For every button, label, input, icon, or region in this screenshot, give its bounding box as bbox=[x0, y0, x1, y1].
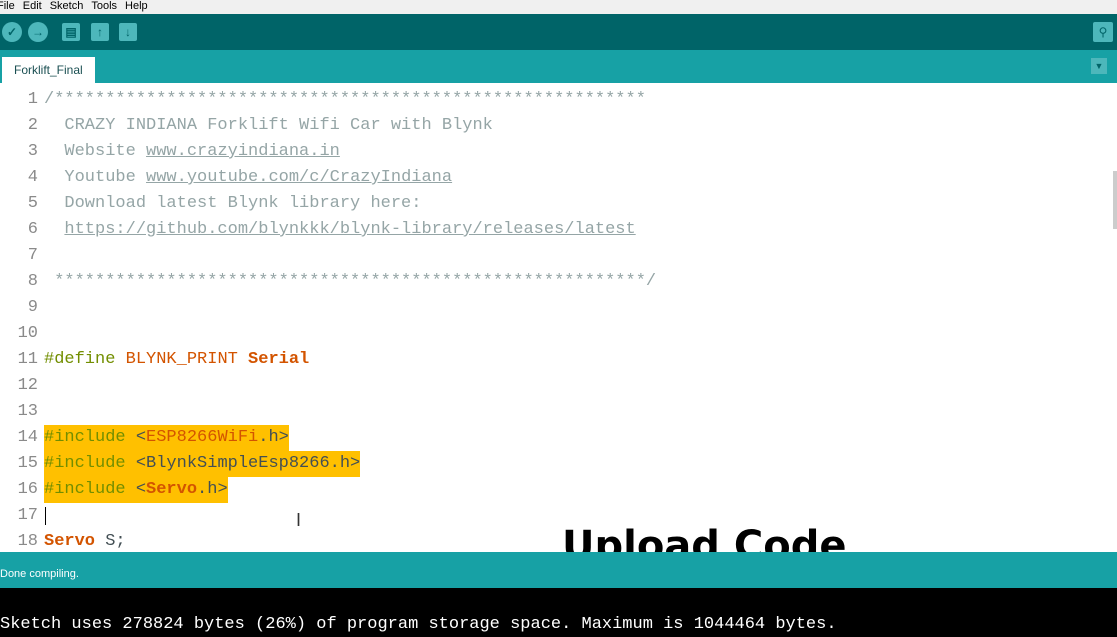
menu-tools[interactable]: Tools bbox=[91, 0, 117, 12]
menu-edit[interactable]: Edit bbox=[23, 0, 42, 12]
upload-icon[interactable]: → bbox=[28, 22, 48, 42]
code-text: #include <ESP8266WiFi.h> bbox=[44, 425, 289, 451]
line-number: 8 bbox=[27, 272, 38, 291]
code-line: 1 /**************************************… bbox=[0, 87, 1117, 113]
status-text: Done compiling. bbox=[0, 568, 79, 580]
comment-text: Youtube bbox=[44, 168, 147, 187]
code-line: 18 Servo S; bbox=[0, 529, 1117, 552]
code-text: #include <BlynkSimpleEsp8266.h> bbox=[44, 451, 361, 477]
menu-sketch[interactable]: Sketch bbox=[50, 0, 84, 12]
line-number: 12 bbox=[17, 376, 38, 395]
verify-icon[interactable]: ✓ bbox=[2, 22, 22, 42]
code-text: /***************************************… bbox=[44, 90, 646, 109]
line-number: 4 bbox=[27, 168, 38, 187]
line-number: 9 bbox=[27, 298, 38, 317]
line-number: 11 bbox=[17, 350, 38, 369]
code-token: #include bbox=[44, 454, 126, 473]
tab-forklift-final[interactable]: Forklift_Final bbox=[2, 57, 95, 83]
line-number: 14 bbox=[17, 428, 38, 447]
code-line: 15 #include <BlynkSimpleEsp8266.h> bbox=[0, 451, 1117, 477]
code-editor[interactable]: 1 /**************************************… bbox=[0, 83, 1117, 552]
tab-menu-icon[interactable]: ▼ bbox=[1091, 58, 1107, 74]
line-number: 13 bbox=[17, 402, 38, 421]
line-number: 2 bbox=[27, 116, 38, 135]
line-number: 3 bbox=[27, 142, 38, 161]
code-text: ****************************************… bbox=[44, 272, 657, 291]
code-line: 11 #define BLYNK_PRINT Serial bbox=[0, 347, 1117, 373]
code-line: 6 https://github.com/blynkkk/blynk-libra… bbox=[0, 217, 1117, 243]
code-token: < bbox=[125, 428, 147, 447]
tab-bar: Forklift_Final ▼ bbox=[0, 50, 1117, 83]
text-caret bbox=[45, 507, 46, 525]
line-number: 17 bbox=[17, 506, 38, 525]
line-number: 18 bbox=[17, 532, 38, 551]
code-line: 8 **************************************… bbox=[0, 269, 1117, 295]
comment-link[interactable]: www.crazyindiana.in bbox=[146, 142, 340, 161]
code-text: Website www.crazyindiana.in bbox=[44, 139, 340, 165]
toolbar: ✓ → ▤ ↑ ↓ ⚲ bbox=[0, 14, 1117, 50]
code-token: #define bbox=[44, 350, 116, 369]
code-token: .h> bbox=[197, 480, 228, 499]
code-line: 12 bbox=[0, 373, 1117, 399]
code-token: .h> bbox=[258, 428, 289, 447]
status-bar: Done compiling. bbox=[0, 552, 1117, 588]
code-text: Download latest Blynk library here: bbox=[44, 194, 422, 213]
code-token: ESP8266WiFi bbox=[146, 428, 259, 447]
code-token: #include bbox=[44, 480, 126, 499]
code-text: Servo S; bbox=[44, 529, 126, 552]
menu-bar: File Edit Sketch Tools Help bbox=[0, 0, 1117, 14]
save-icon[interactable]: ↓ bbox=[119, 23, 137, 41]
code-line: 2 CRAZY INDIANA Forklift Wifi Car with B… bbox=[0, 113, 1117, 139]
code-token: BLYNK_PRINT bbox=[125, 350, 238, 369]
line-number: 6 bbox=[27, 220, 38, 239]
comment-link[interactable]: www.youtube.com/c/CrazyIndiana bbox=[146, 168, 452, 187]
new-icon[interactable]: ▤ bbox=[62, 23, 80, 41]
code-text: #include <Servo.h> bbox=[44, 477, 228, 503]
menu-file[interactable]: File bbox=[0, 0, 15, 12]
editor-scrollbar[interactable] bbox=[1113, 171, 1117, 229]
code-text: https://github.com/blynkkk/blynk-library… bbox=[44, 217, 635, 243]
line-number: 1 bbox=[27, 90, 38, 109]
code-token: #include bbox=[44, 428, 126, 447]
open-icon[interactable]: ↑ bbox=[91, 23, 109, 41]
code-line: 16 #include <Servo.h> bbox=[0, 477, 1117, 503]
upload-code-caption: Upload Code bbox=[562, 523, 847, 552]
console-output: Sketch uses 278824 bytes (26%) of progra… bbox=[0, 588, 1117, 637]
code-line: 5 Download latest Blynk library here: bbox=[0, 191, 1117, 217]
line-number: 5 bbox=[27, 194, 38, 213]
code-token: S; bbox=[95, 532, 126, 551]
console-line: Sketch uses 278824 bytes (26%) of progra… bbox=[0, 615, 837, 634]
line-number: 7 bbox=[27, 246, 38, 265]
serial-monitor-icon[interactable]: ⚲ bbox=[1093, 22, 1113, 42]
code-text: Youtube www.youtube.com/c/CrazyIndiana bbox=[44, 165, 452, 191]
ibeam-cursor-icon: I bbox=[296, 510, 302, 530]
code-line: 7 bbox=[0, 243, 1117, 269]
code-line: 3 Website www.crazyindiana.in bbox=[0, 139, 1117, 165]
comment-text bbox=[44, 220, 64, 239]
code-text: #define BLYNK_PRINT Serial bbox=[44, 347, 309, 373]
comment-text: Website bbox=[44, 142, 147, 161]
code-text: CRAZY INDIANA Forklift Wifi Car with Bly… bbox=[44, 116, 493, 135]
line-number: 16 bbox=[17, 480, 38, 499]
code-token: <BlynkSimpleEsp8266.h> bbox=[125, 454, 361, 473]
comment-link[interactable]: https://github.com/blynkkk/blynk-library… bbox=[64, 220, 635, 239]
code-token: Serial bbox=[248, 350, 310, 369]
menu-help[interactable]: Help bbox=[125, 0, 148, 12]
code-token: Servo bbox=[146, 480, 198, 499]
code-line: 13 bbox=[0, 399, 1117, 425]
code-line: 9 bbox=[0, 295, 1117, 321]
code-line: 10 bbox=[0, 321, 1117, 347]
code-token: Servo bbox=[44, 532, 96, 551]
line-number: 10 bbox=[17, 324, 38, 343]
line-number: 15 bbox=[17, 454, 38, 473]
code-line: 14 #include <ESP8266WiFi.h> bbox=[0, 425, 1117, 451]
code-line: 17 bbox=[0, 503, 1117, 529]
code-line: 4 Youtube www.youtube.com/c/CrazyIndiana bbox=[0, 165, 1117, 191]
code-token: < bbox=[125, 480, 147, 499]
